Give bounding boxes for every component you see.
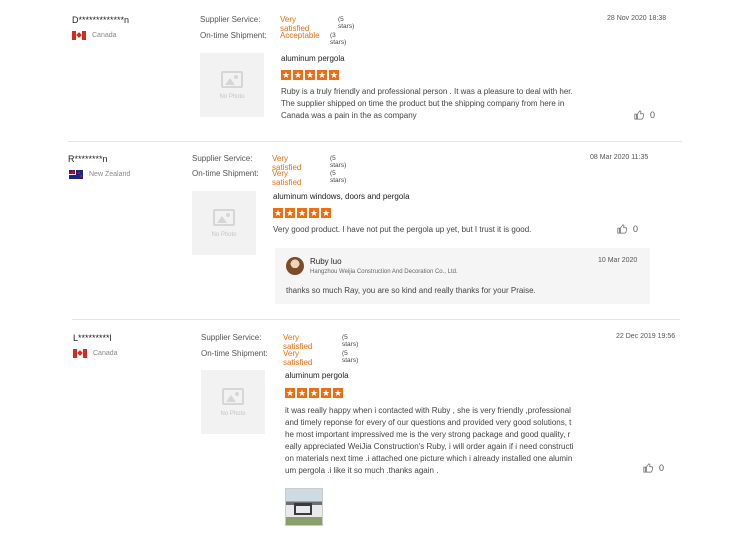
supplier-service-stars: (5 stars) xyxy=(342,334,359,348)
star-icon xyxy=(305,69,315,81)
no-photo-label: No Photo xyxy=(220,410,246,417)
ontime-shipment-stars: (3 stars) xyxy=(330,32,347,46)
attached-photo-thumbnail[interactable] xyxy=(285,488,323,526)
like-button[interactable]: 0 xyxy=(634,110,655,120)
star-icon xyxy=(297,207,307,219)
canada-flag-icon xyxy=(73,349,87,358)
star-icon xyxy=(297,387,307,399)
reply-text: thanks so much Ray, you are so kind and … xyxy=(286,286,536,295)
star-icon xyxy=(321,207,331,219)
product-name: aluminum pergola xyxy=(281,54,345,63)
product-photo-placeholder[interactable]: No Photo xyxy=(192,191,256,255)
star-rating xyxy=(281,69,339,81)
star-icon xyxy=(317,69,327,81)
star-icon xyxy=(333,387,343,399)
review-text-line: and timely reponse for every of our ques… xyxy=(285,418,572,427)
avatar xyxy=(286,257,304,275)
star-icon xyxy=(309,387,319,399)
product-photo-placeholder[interactable]: No Photo xyxy=(201,370,265,434)
star-icon xyxy=(273,207,283,219)
ontime-shipment-stars: (5 stars) xyxy=(342,350,359,364)
supplier-service-row: Supplier Service: Very satisfied (5 star… xyxy=(192,154,346,172)
star-icon xyxy=(281,69,291,81)
like-count: 0 xyxy=(650,110,656,120)
canada-flag-icon xyxy=(72,31,86,40)
product-photo-placeholder[interactable]: No Photo xyxy=(200,53,264,117)
review-date: 28 Nov 2020 18:38 xyxy=(607,15,667,22)
reply-date: 10 Mar 2020 xyxy=(598,257,638,264)
review-text: Ruby is a truly friendly and professiona… xyxy=(281,86,621,122)
review-date: 22 Dec 2019 19:56 xyxy=(616,333,676,340)
new-zealand-flag-icon xyxy=(69,170,83,179)
reviewer-name: L*********l xyxy=(73,333,112,343)
review-text: Very good product. I have not put the pe… xyxy=(273,224,613,236)
image-placeholder-icon xyxy=(221,70,243,88)
review-text-line: it was really happy when i contacted wit… xyxy=(285,406,571,415)
review-text-line: Canada was a pain in the as company xyxy=(281,111,417,120)
ontime-shipment-stars: (5 stars) xyxy=(330,170,347,184)
reply-company-name: Hangzhou Weijia Construction And Decorat… xyxy=(310,269,458,275)
supplier-service-row: Supplier Service: Very satisfied (5 star… xyxy=(200,15,354,33)
reviewer-name: R********n xyxy=(68,154,108,164)
review-text-line: on materials next time .i attached one p… xyxy=(285,454,573,463)
supplier-service-row: Supplier Service: Very satisfied (5 star… xyxy=(201,333,358,351)
ontime-shipment-value: Very satisfied xyxy=(272,169,302,187)
supplier-service-label: Supplier Service: xyxy=(200,15,261,24)
supplier-reply: Ruby luo Hangzhou Weijia Construction An… xyxy=(275,248,650,304)
review-divider xyxy=(72,319,680,320)
review-date: 08 Mar 2020 11:35 xyxy=(590,154,649,161)
no-photo-label: No Photo xyxy=(219,93,245,100)
like-button[interactable]: 0 xyxy=(617,224,638,234)
supplier-service-stars: (5 stars) xyxy=(338,16,355,30)
ontime-shipment-row: On-time Shipment: Acceptable (3 stars) xyxy=(200,31,346,46)
product-name: aluminum pergola xyxy=(285,371,349,380)
review-text: it was really happy when i contacted wit… xyxy=(285,405,615,477)
ontime-shipment-row: On-time Shipment: Very satisfied (5 star… xyxy=(201,349,358,367)
thumbs-up-icon xyxy=(643,463,653,473)
star-icon xyxy=(293,69,303,81)
ontime-shipment-value: Acceptable xyxy=(280,31,320,40)
review-text-line: Ruby is a truly friendly and professiona… xyxy=(281,87,573,96)
review-text-line: um pergola .i like it so much .thanks ag… xyxy=(285,466,439,475)
no-photo-label: No Photo xyxy=(211,231,237,238)
reviewer-country: Canada xyxy=(72,31,117,40)
ontime-shipment-label: On-time Shipment: xyxy=(200,31,267,40)
supplier-service-stars: (5 stars) xyxy=(330,155,347,169)
ontime-shipment-label: On-time Shipment: xyxy=(201,349,268,358)
review-divider xyxy=(68,141,682,142)
star-icon xyxy=(309,207,319,219)
supplier-service-label: Supplier Service: xyxy=(192,154,253,163)
review-text-line: Very good product. I have not put the pe… xyxy=(273,225,532,234)
thumbs-up-icon xyxy=(634,110,644,120)
image-placeholder-icon xyxy=(222,387,244,405)
review-text-line: The supplier shipped on time the product… xyxy=(281,99,565,108)
product-name: aluminum windows, doors and pergola xyxy=(273,192,410,201)
ontime-shipment-row: On-time Shipment: Very satisfied (5 star… xyxy=(192,169,346,187)
ontime-shipment-label: On-time Shipment: xyxy=(192,169,259,178)
thumbs-up-icon xyxy=(617,224,627,234)
star-rating xyxy=(273,207,331,219)
star-icon xyxy=(329,69,339,81)
star-icon xyxy=(321,387,331,399)
country-label: Canada xyxy=(93,350,118,357)
like-count: 0 xyxy=(633,224,639,234)
ontime-shipment-value: Very satisfied xyxy=(283,349,313,367)
country-label: New Zealand xyxy=(89,171,131,178)
star-icon xyxy=(285,207,295,219)
like-button[interactable]: 0 xyxy=(643,463,664,473)
reviewer-country: Canada xyxy=(73,349,118,358)
like-count: 0 xyxy=(659,463,665,473)
review-text-line: eally appreciated WeiJia Construction's … xyxy=(285,442,574,451)
star-icon xyxy=(285,387,295,399)
star-rating xyxy=(285,387,343,399)
country-label: Canada xyxy=(92,32,117,39)
reviewer-name: D*************n xyxy=(72,15,130,25)
supplier-service-label: Supplier Service: xyxy=(201,333,262,342)
reply-author-name: Ruby luo xyxy=(310,257,342,266)
reviewer-country: New Zealand xyxy=(69,170,130,179)
image-placeholder-icon xyxy=(213,208,235,226)
review-text-line: he most important impressived me is the … xyxy=(285,430,571,439)
